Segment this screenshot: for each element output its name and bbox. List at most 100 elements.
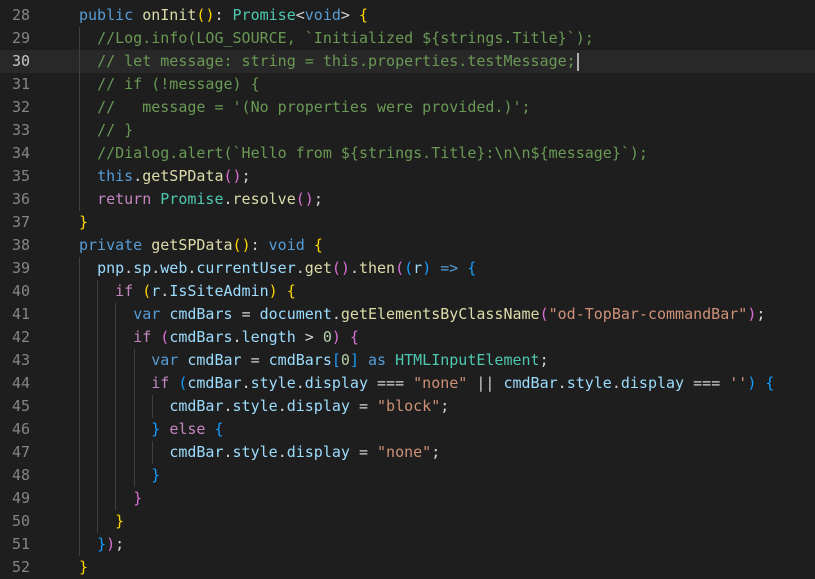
indent-guide	[79, 303, 80, 326]
line-number: 52	[11, 558, 30, 576]
line-code: var cmdBar = cmdBars[0] as HTMLInputElem…	[151, 351, 549, 369]
code-line[interactable]: 49 }	[0, 487, 815, 510]
line-code: // let message: string = this.properties…	[79, 50, 579, 73]
line-code: // if (!message) {	[97, 75, 260, 93]
indent-guide	[79, 326, 80, 349]
indent-guide	[79, 280, 80, 303]
line-code: });	[97, 535, 125, 553]
code-line[interactable]: 31 // if (!message) {	[0, 73, 815, 96]
line-code: //Log.info(LOG_SOURCE, `Initialized ${st…	[97, 29, 594, 47]
line-code: return Promise.resolve();	[97, 190, 323, 208]
code-line[interactable]: 30 // let message: string = this.propert…	[0, 50, 815, 73]
line-number: 50	[11, 512, 30, 530]
code-line[interactable]: 45 cmdBar.style.display = "block";	[0, 395, 815, 418]
code-line[interactable]: 35 this.getSPData();	[0, 165, 815, 188]
line-number: 33	[11, 121, 30, 139]
indent-guide	[97, 303, 99, 326]
indent-guide	[97, 487, 99, 510]
line-code: //Dialog.alert(`Hello from ${strings.Tit…	[97, 144, 648, 162]
code-line[interactable]: 28 public onInit(): Promise<void> {	[0, 4, 815, 27]
indent-guide	[79, 533, 80, 556]
line-code: }	[115, 512, 125, 530]
line-code: if (cmdBar.style.display === "none" || c…	[151, 374, 775, 392]
code-line[interactable]: 36 return Promise.resolve();	[0, 188, 815, 211]
indent-guide	[115, 464, 117, 487]
text-cursor	[576, 52, 579, 71]
indent-guide	[115, 487, 117, 510]
line-number: 34	[11, 144, 30, 162]
line-code: public onInit(): Promise<void> {	[79, 6, 368, 24]
line-number: 43	[11, 351, 30, 369]
line-number: 48	[11, 466, 30, 484]
line-number: 31	[11, 75, 30, 93]
code-line[interactable]: 42 if (cmdBars.length > 0) {	[0, 326, 815, 349]
indent-guide	[79, 165, 80, 188]
line-code: } else {	[151, 420, 224, 438]
indent-guide	[79, 27, 80, 50]
code-line[interactable]: 38 private getSPData(): void {	[0, 234, 815, 257]
code-line[interactable]: 34 //Dialog.alert(`Hello from ${strings.…	[0, 142, 815, 165]
indent-guide	[97, 280, 99, 303]
indent-guide	[79, 142, 80, 165]
line-code: }	[133, 489, 143, 507]
code-line[interactable]: 48 }	[0, 464, 815, 487]
indent-guide	[133, 395, 135, 418]
indent-guide	[115, 418, 117, 441]
line-number: 46	[11, 420, 30, 438]
indent-guide	[79, 257, 80, 280]
line-number: 28	[11, 6, 30, 24]
line-number: 36	[11, 190, 30, 208]
indent-guide	[115, 372, 117, 395]
indent-guide	[79, 441, 80, 464]
code-line[interactable]: 51 });	[0, 533, 815, 556]
line-code: private getSPData(): void {	[79, 236, 323, 254]
line-number: 38	[11, 236, 30, 254]
indent-guide	[79, 50, 80, 73]
code-line[interactable]: 46 } else {	[0, 418, 815, 441]
indent-guide	[97, 418, 99, 441]
line-number: 44	[11, 374, 30, 392]
code-line[interactable]: 43 var cmdBar = cmdBars[0] as HTMLInputE…	[0, 349, 815, 372]
line-number: 39	[11, 259, 30, 277]
line-number: 41	[11, 305, 30, 323]
code-line[interactable]: 40 if (r.IsSiteAdmin) {	[0, 280, 815, 303]
indent-guide	[115, 326, 117, 349]
indent-guide	[115, 303, 117, 326]
indent-guide	[79, 395, 80, 418]
line-code: pnp.sp.web.currentUser.get().then((r) =>…	[97, 259, 477, 277]
code-line[interactable]: 41 var cmdBars = document.getElementsByC…	[0, 303, 815, 326]
code-line[interactable]: 52}	[0, 556, 815, 579]
line-code: if (r.IsSiteAdmin) {	[115, 282, 296, 300]
line-number: 49	[11, 489, 30, 507]
indent-guide	[79, 96, 80, 119]
line-code: }	[79, 213, 89, 231]
indent-guide	[79, 510, 80, 533]
indent-guide	[133, 441, 135, 464]
code-line[interactable]: 32 // message = '(No properties were pro…	[0, 96, 815, 119]
indent-guide	[133, 418, 135, 441]
indent-guide	[79, 188, 80, 211]
line-code: var cmdBars = document.getElementsByClas…	[133, 305, 766, 323]
code-line[interactable]: 39 pnp.sp.web.currentUser.get().then((r)…	[0, 257, 815, 280]
code-line[interactable]: 29 //Log.info(LOG_SOURCE, `Initialized $…	[0, 27, 815, 50]
indent-guide	[151, 441, 153, 464]
code-line[interactable]: 33 // }	[0, 119, 815, 142]
code-line[interactable]: 47 cmdBar.style.display = "none";	[0, 441, 815, 464]
indent-guide	[133, 372, 135, 395]
indent-guide	[115, 349, 117, 372]
indent-guide	[79, 487, 80, 510]
indent-guide	[79, 464, 80, 487]
indent-guide	[133, 464, 135, 487]
line-number: 32	[11, 98, 30, 116]
code-line[interactable]: 37}	[0, 211, 815, 234]
code-line[interactable]: 50 }	[0, 510, 815, 533]
indent-guide	[115, 441, 117, 464]
indent-guide	[133, 349, 135, 372]
line-code: if (cmdBars.length > 0) {	[133, 328, 359, 346]
line-number: 29	[11, 29, 30, 47]
code-editor[interactable]: 28 public onInit(): Promise<void> { 29 //L…	[0, 0, 815, 576]
code-line[interactable]: 44 if (cmdBar.style.display === "none" |…	[0, 372, 815, 395]
indent-guide	[97, 510, 99, 533]
indent-guide	[79, 349, 80, 372]
indent-guide	[97, 372, 99, 395]
